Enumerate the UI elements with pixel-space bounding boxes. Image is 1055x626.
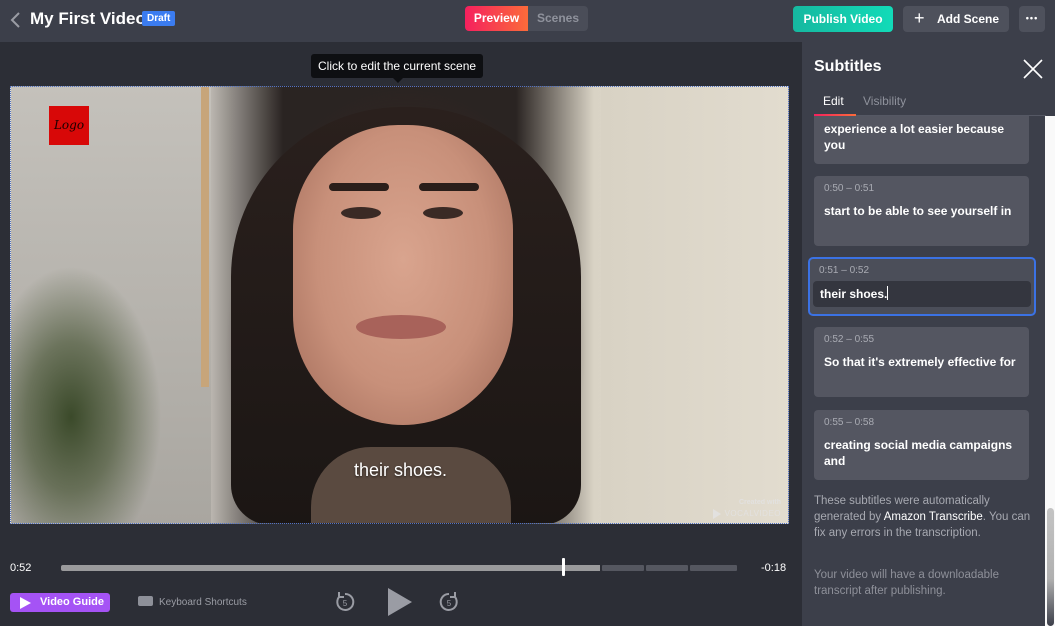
keyboard-shortcuts-button[interactable]: Keyboard Shortcuts [138, 596, 247, 608]
subtitle-item-active[interactable]: 0:51 – 0:52 their shoes. [808, 257, 1036, 316]
tab-preview[interactable]: Preview [465, 6, 528, 31]
keyboard-shortcuts-label: Keyboard Shortcuts [159, 597, 247, 608]
video-guide-label: Video Guide [40, 596, 104, 608]
tab-visibility[interactable]: Visibility [863, 94, 906, 108]
close-icon[interactable] [1022, 58, 1044, 80]
play-icon [20, 597, 31, 609]
video-subject-eye [423, 207, 463, 219]
view-toggle: Preview Scenes [465, 6, 588, 31]
video-subject-lips [356, 315, 446, 339]
status-badge: Draft [142, 11, 176, 26]
subtitle-text-input[interactable]: their shoes. [813, 281, 1031, 307]
plus-icon: + [914, 8, 925, 28]
forward-5-icon[interactable]: 5 [438, 591, 460, 613]
timeline-played [61, 565, 600, 571]
watermark-brand: VOCALVIDEO [712, 509, 781, 519]
subtitle-time: 0:55 – 0:58 [824, 417, 875, 428]
video-caption: their shoes. [353, 460, 448, 480]
transcript-note: Your video will have a downloadable tran… [814, 569, 999, 597]
playhead[interactable] [562, 558, 565, 576]
video-door-frame [201, 87, 209, 387]
tab-scenes[interactable]: Scenes [528, 6, 588, 31]
subtitle-time: 0:52 – 0:55 [824, 334, 875, 345]
ellipsis-icon: ••• [1025, 13, 1039, 23]
subtitle-item[interactable]: 0:52 – 0:55 So that it's extremely effec… [814, 327, 1029, 397]
scrollbar-thumb[interactable] [1047, 508, 1054, 626]
logo-overlay: Logo [49, 106, 89, 145]
subtitle-text: creating social media campaigns and [824, 438, 1013, 468]
timeline-segment[interactable] [602, 565, 644, 571]
publish-video-button[interactable]: Publish Video [793, 6, 893, 32]
panel-title: Subtitles [814, 58, 882, 75]
watermark-created-with: Created with [738, 499, 781, 506]
video-subject-face [293, 125, 513, 425]
edit-scene-tooltip: Click to edit the current scene [311, 54, 484, 83]
video-background-right [601, 87, 788, 523]
text-caret [887, 286, 889, 300]
timeline-segment[interactable] [690, 565, 737, 571]
back-chevron-icon[interactable] [8, 9, 24, 31]
video-subject-eye [341, 207, 381, 219]
subtitle-input-value: their shoes. [820, 287, 888, 301]
watermark-brand-text: VOCALVIDEO [724, 509, 781, 519]
video-title[interactable]: My First Video [30, 9, 146, 29]
keyboard-icon [138, 596, 153, 606]
subtitle-item[interactable]: 0:55 – 0:58 creating social media campai… [814, 410, 1029, 480]
video-subject-shirt [311, 447, 511, 523]
tab-edit[interactable]: Edit [823, 94, 844, 108]
amazon-transcribe-link[interactable]: Amazon Transcribe [884, 511, 983, 523]
add-scene-label: Add Scene [937, 12, 1000, 26]
video-guide-button[interactable]: Video Guide [10, 593, 110, 612]
subtitle-item[interactable]: experience a lot easier because you [814, 116, 1029, 164]
subtitle-text: start to be able to see yourself in [824, 204, 1012, 218]
video-subject-brow [329, 183, 389, 191]
subtitle-text: experience a lot easier because you [824, 122, 1005, 152]
subtitle-time: 0:50 – 0:51 [824, 183, 875, 194]
more-options-button[interactable]: ••• [1019, 6, 1045, 32]
subtitle-list: experience a lot easier because you 0:50… [802, 116, 1045, 626]
current-time: 0:52 [10, 562, 32, 574]
rewind-5-icon[interactable]: 5 [334, 591, 356, 613]
subtitle-time: 0:51 – 0:52 [819, 265, 870, 276]
video-preview[interactable]: Logo their shoes. Created with VOCALVIDE… [10, 86, 789, 524]
transcription-note: These subtitles were automatically gener… [814, 493, 1036, 541]
video-subject-brow [419, 183, 479, 191]
play-button[interactable] [386, 587, 414, 617]
timeline-segment[interactable] [646, 565, 688, 571]
vocalvideo-logo-icon [712, 509, 721, 519]
subtitle-item[interactable]: 0:50 – 0:51 start to be able to see your… [814, 176, 1029, 246]
rewind-seconds: 5 [343, 599, 348, 608]
subtitle-text: So that it's extremely effective for [824, 355, 1016, 369]
top-bar: My First Video Draft Preview Scenes Publ… [0, 0, 1055, 42]
add-scene-button[interactable]: + Add Scene [903, 6, 1009, 32]
remaining-time: -0:18 [761, 562, 787, 574]
subtitles-panel: Subtitles Edit Visibility experience a l… [802, 42, 1055, 626]
forward-seconds: 5 [447, 599, 452, 608]
